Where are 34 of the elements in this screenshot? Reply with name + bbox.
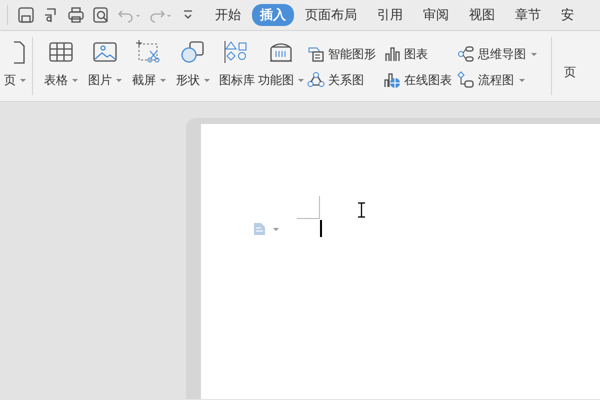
page-icon	[14, 39, 26, 65]
chart-button[interactable]: 图表	[383, 41, 457, 67]
header-button[interactable]: 页	[564, 64, 576, 81]
screenshot-button[interactable]: 截屏	[127, 31, 171, 101]
menu-tab[interactable]: 视图	[460, 4, 504, 26]
margin-corner-mark	[297, 196, 320, 219]
online-chart-button[interactable]: 在线图表	[383, 67, 457, 93]
flowchart-button[interactable]: 流程图	[457, 67, 547, 93]
triangle-nodes-icon	[307, 71, 325, 89]
text-cursor	[320, 220, 322, 237]
i-beam-cursor-icon	[358, 202, 365, 218]
menu-tab[interactable]: 开始	[206, 4, 250, 26]
relation-chart-button[interactable]: 关系图	[307, 67, 383, 93]
cover-page-button[interactable]: 页	[0, 31, 26, 101]
function-chart-button[interactable]: 功能图	[259, 31, 303, 101]
bar-chart-icon	[383, 45, 401, 63]
flowchart-icon	[457, 71, 475, 89]
menu-tab[interactable]: 章节	[506, 4, 550, 26]
mind-map-icon	[457, 45, 475, 63]
mind-map-button[interactable]: 思维导图	[457, 41, 547, 67]
shapes-button[interactable]: 形状	[171, 31, 215, 101]
preview-icon[interactable]	[92, 6, 110, 24]
smart-graphic-icon	[307, 45, 325, 63]
menu-tab[interactable]: 页面布局	[296, 4, 366, 26]
save-icon[interactable]	[17, 6, 35, 24]
image-button[interactable]: 图片	[83, 31, 127, 101]
menu-tab[interactable]: 引用	[368, 4, 412, 26]
icon-library-button[interactable]: 图标库	[215, 31, 259, 101]
menu-tab[interactable]: 审阅	[414, 4, 458, 26]
smart-graphic-button[interactable]: 智能图形	[307, 41, 383, 67]
menu-tab[interactable]: 安	[552, 4, 583, 26]
table-button[interactable]: 表格	[39, 31, 83, 101]
online-chart-icon	[383, 71, 401, 89]
print-icon[interactable]	[67, 6, 85, 24]
